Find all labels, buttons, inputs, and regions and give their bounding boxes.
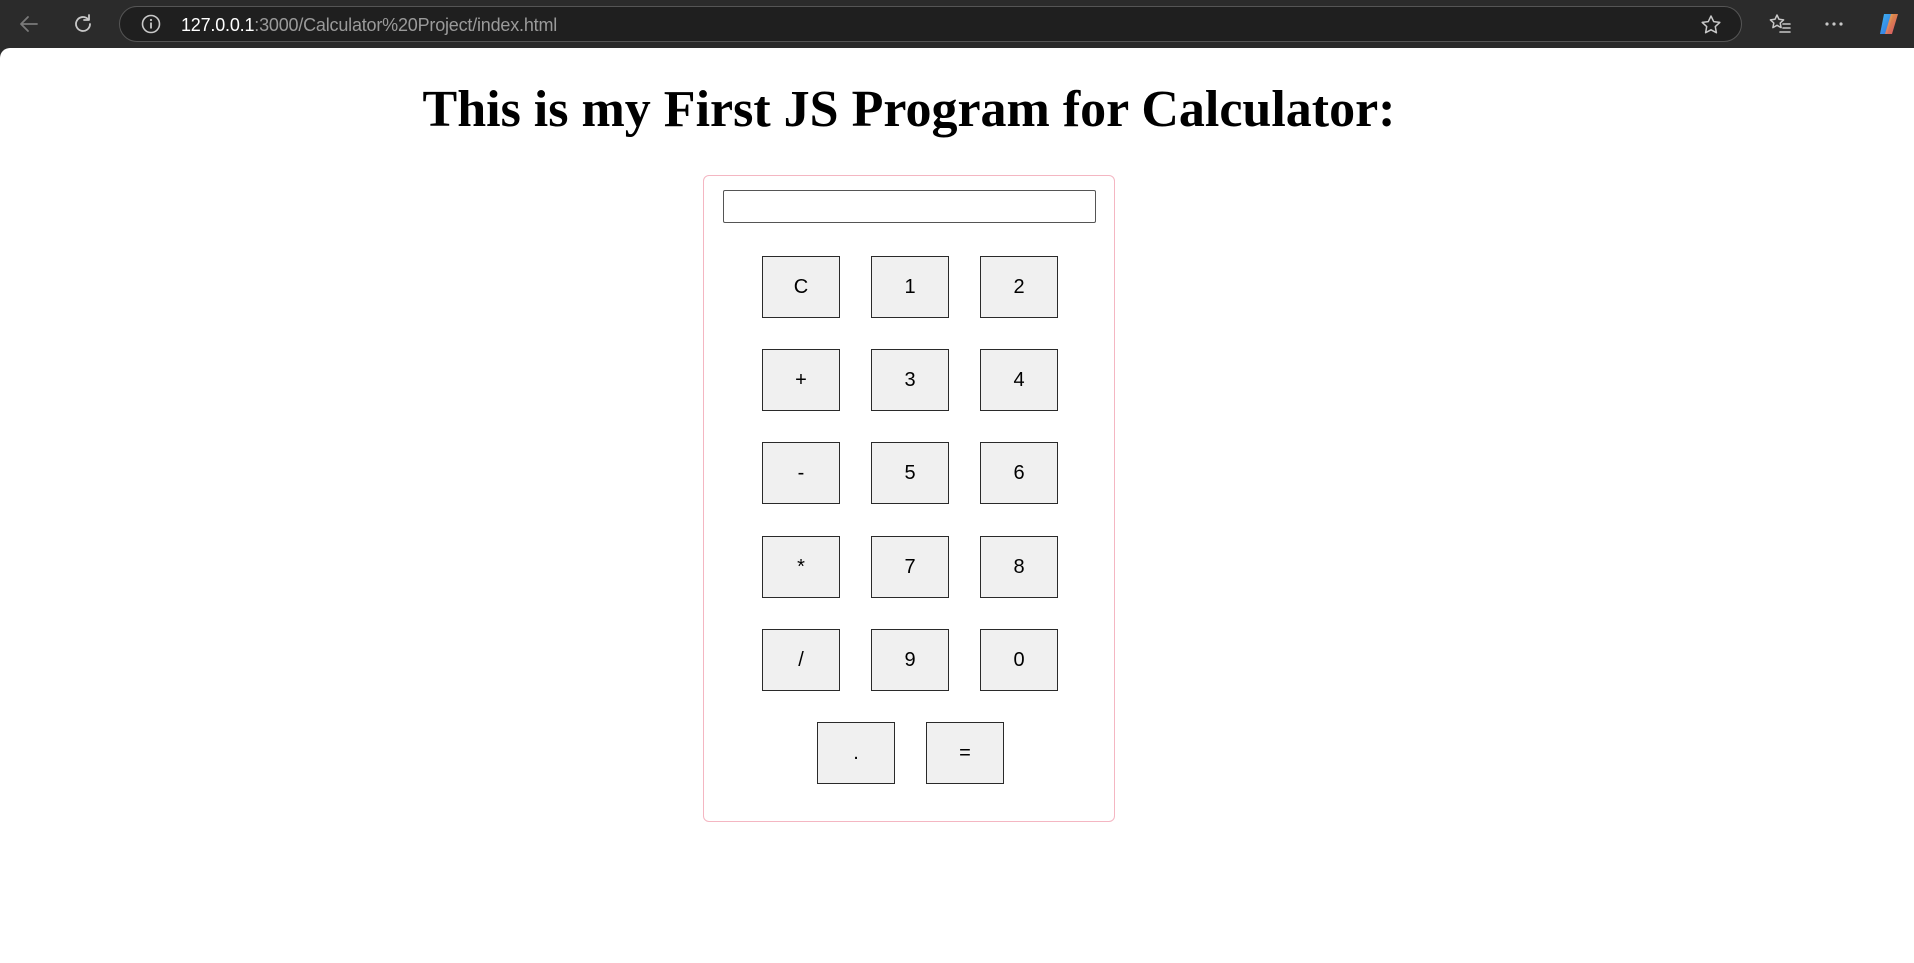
add-button[interactable]: +	[762, 349, 840, 411]
favorites-icon	[1769, 14, 1791, 33]
multiply-button[interactable]: *	[762, 536, 840, 598]
more-icon	[1825, 22, 1843, 26]
back-button[interactable]	[10, 8, 48, 40]
divide-button[interactable]: /	[762, 629, 840, 691]
reload-button[interactable]	[64, 8, 102, 40]
more-options-button[interactable]	[1817, 8, 1851, 40]
clear-button[interactable]: C	[762, 256, 840, 318]
equals-button[interactable]: =	[926, 722, 1004, 784]
digit-8-button[interactable]: 8	[980, 536, 1058, 598]
digit-5-button[interactable]: 5	[871, 442, 949, 504]
address-bar[interactable]: 127.0.0.1:3000/Calculator%20Project/inde…	[119, 6, 1742, 42]
page-title: This is my First JS Program for Calculat…	[422, 81, 1396, 138]
browser-toolbar: 127.0.0.1:3000/Calculator%20Project/inde…	[0, 0, 1914, 48]
digit-4-button[interactable]: 4	[980, 349, 1058, 411]
calculator-display-input[interactable]	[723, 190, 1096, 223]
digit-7-button[interactable]: 7	[871, 536, 949, 598]
decimal-button[interactable]: .	[817, 722, 895, 784]
page-viewport: This is my First JS Program for Calculat…	[0, 48, 1914, 963]
star-icon[interactable]	[1699, 13, 1723, 37]
url-text[interactable]: 127.0.0.1:3000/Calculator%20Project/inde…	[181, 15, 557, 36]
digit-0-button[interactable]: 0	[980, 629, 1058, 691]
copilot-icon	[1880, 14, 1898, 34]
favorites-button[interactable]	[1763, 8, 1797, 40]
reload-icon	[75, 14, 91, 32]
digit-3-button[interactable]: 3	[871, 349, 949, 411]
subtract-button[interactable]: -	[762, 442, 840, 504]
digit-1-button[interactable]: 1	[871, 256, 949, 318]
calculator-panel: C 1 2 +3 4 -5 6 * 7 8 / 9 0. =	[703, 175, 1115, 822]
back-arrow-icon	[20, 16, 38, 32]
url-host: 127.0.0.1	[181, 15, 255, 35]
url-path: :3000/Calculator%20Project/index.html	[254, 15, 558, 35]
digit-9-button[interactable]: 9	[871, 629, 949, 691]
digit-2-button[interactable]: 2	[980, 256, 1058, 318]
copilot-button[interactable]	[1872, 8, 1906, 40]
digit-6-button[interactable]: 6	[980, 442, 1058, 504]
info-icon[interactable]	[140, 13, 162, 35]
